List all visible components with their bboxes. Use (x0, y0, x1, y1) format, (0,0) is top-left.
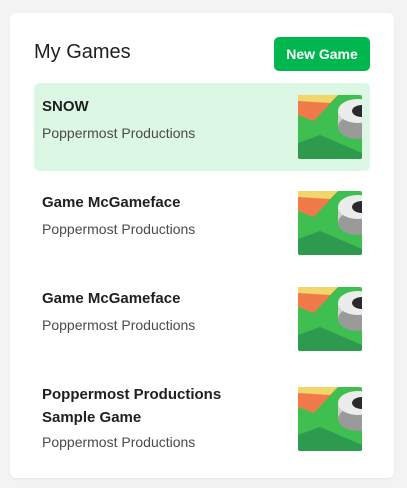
game-thumbnail-icon (298, 95, 362, 159)
game-name: Game McGameface (42, 290, 181, 307)
game-list-item[interactable]: Poppermost Productions Sample Game Poppe… (34, 371, 370, 471)
game-studio: Poppermost Productions (42, 125, 196, 141)
new-game-button[interactable]: New Game (274, 37, 370, 71)
card-header: My Games New Game (34, 37, 370, 71)
game-list-item[interactable]: SNOW Poppermost Productions (34, 83, 370, 171)
game-studio: Poppermost Productions (42, 221, 196, 237)
game-thumbnail-icon (298, 191, 362, 255)
game-studio: Poppermost Productions (42, 317, 196, 333)
game-name: SNOW (42, 98, 89, 115)
game-thumbnail-icon (298, 287, 362, 351)
page-title: My Games (34, 41, 131, 63)
my-games-card: My Games New Game SNOW Poppermost Produc… (10, 13, 394, 478)
game-studio: Poppermost Productions (42, 434, 196, 450)
game-list-item[interactable]: Game McGameface Poppermost Productions (34, 275, 370, 363)
game-list-item[interactable]: Game McGameface Poppermost Productions (34, 179, 370, 267)
game-name: Game McGameface (42, 194, 181, 211)
game-name: Poppermost Productions Sample Game (42, 386, 222, 426)
game-thumbnail-icon (298, 387, 362, 451)
